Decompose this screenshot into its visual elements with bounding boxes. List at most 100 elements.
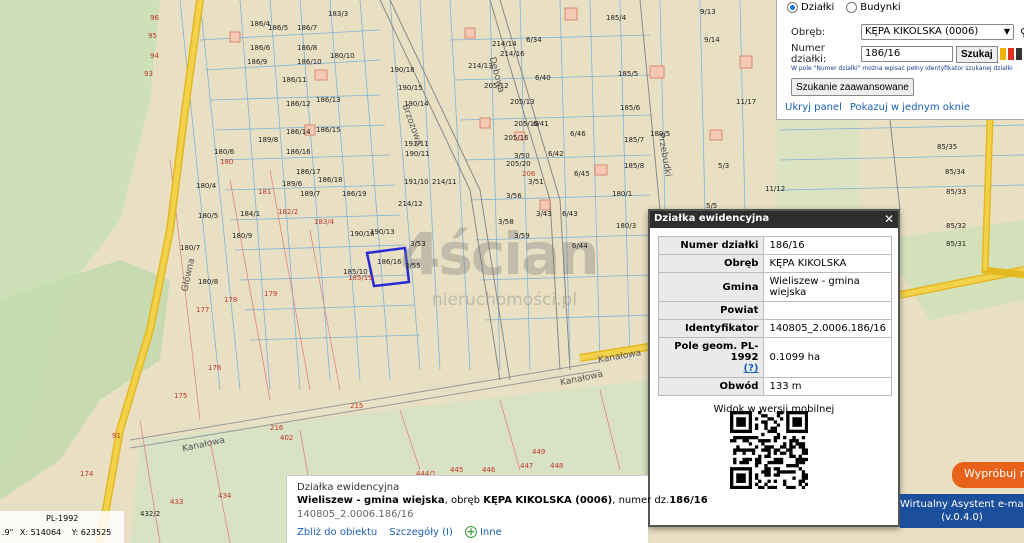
attr-value: 133 m <box>763 377 892 396</box>
qr-module <box>798 482 802 487</box>
qr-module <box>751 435 756 440</box>
qr-module <box>792 476 796 480</box>
parcel-number-label: 6/34 <box>526 36 542 44</box>
qr-module <box>739 435 743 440</box>
qr-module <box>776 432 781 437</box>
details-link[interactable]: Szczegóły (I) <box>389 527 453 538</box>
qr-module <box>789 485 793 489</box>
obreb-select-value: KĘPA KIKOLSKA (0006) <box>865 26 979 37</box>
qr-module <box>767 448 771 452</box>
parcel-number-label: 85/32 <box>946 222 967 230</box>
table-row: Powiat <box>657 301 892 320</box>
qr-module <box>773 451 777 455</box>
search-button[interactable]: Szukaj <box>956 45 998 63</box>
qr-module <box>754 464 759 468</box>
parcel-number-label: 9/13 <box>700 8 716 16</box>
zoom-to-object-link[interactable]: Zbliż do obiektu <box>297 527 377 538</box>
parcel-number-label: 85/31 <box>946 240 967 248</box>
red-parcel-number: 448 <box>550 462 564 470</box>
attr-key-text: Pole geom. PL-1992 <box>674 341 759 363</box>
qr-module <box>739 467 743 471</box>
parcel-number-label: 190/15 <box>398 84 423 92</box>
other-link[interactable]: + Inne <box>464 526 502 538</box>
qr-module <box>748 420 753 424</box>
qr-module <box>758 485 762 489</box>
radio-buildings[interactable]: Budynki <box>846 2 901 13</box>
assistant-title: Wirtualny Asystent e-map <box>900 499 1024 510</box>
advanced-search-button[interactable]: Szukanie zaawansowane <box>791 78 914 96</box>
qr-module <box>730 423 734 427</box>
qr-module <box>792 445 796 449</box>
qr-module <box>748 429 753 434</box>
number-label: Numer działki: <box>791 43 827 65</box>
close-icon[interactable]: ✕ <box>884 212 894 226</box>
show-one-window-link[interactable]: Pokazuj w jednym oknie <box>850 102 970 113</box>
parcel-number-label: 186/5 <box>268 24 289 32</box>
crs-label[interactable]: PL-1992 <box>46 514 124 523</box>
qr-module <box>801 445 806 449</box>
obreb-select[interactable]: KĘPA KIKOLSKA (0006) ▼ <box>861 24 1014 40</box>
red-parcel-number: 434 <box>218 492 232 500</box>
color-yellow-icon[interactable] <box>999 48 1006 60</box>
parcel-number-input[interactable]: 186/16 <box>861 46 953 62</box>
radio-parcels-label: Działki <box>801 2 835 13</box>
qr-module <box>786 411 790 415</box>
color-red-icon[interactable] <box>1007 48 1014 60</box>
attr-value: KĘPA KIKOLSKA <box>763 254 892 273</box>
red-parcel-number: 93 <box>144 70 153 78</box>
qr-module <box>754 482 759 487</box>
qr-module <box>748 482 753 487</box>
try-button[interactable]: Wypróbuj mn <box>952 462 1024 488</box>
qr-module <box>742 485 746 489</box>
qr-module <box>795 457 799 462</box>
qr-module <box>804 429 808 434</box>
hide-panel-link[interactable]: Ukryj panel <box>785 102 842 113</box>
qr-module <box>754 426 759 430</box>
parcel-number-label: 3/55 <box>405 262 421 270</box>
qr-module <box>767 451 771 455</box>
qr-module <box>786 423 790 427</box>
search-type-radio: Działki Budynki <box>787 2 901 13</box>
parcel-number-label: 6/46 <box>570 130 586 138</box>
qr-module <box>754 435 759 440</box>
qr-module <box>730 426 734 430</box>
magnifier-icon[interactable]: ⚲ <box>1020 26 1024 39</box>
qr-module <box>801 411 806 415</box>
qr-module <box>739 479 743 483</box>
chevron-down-icon: ▼ <box>1003 27 1010 36</box>
red-parcel-number: 206 <box>522 170 536 178</box>
red-parcel-number: 216 <box>270 424 284 432</box>
qr-module <box>773 457 777 462</box>
qr-module <box>761 442 765 446</box>
qr-code-icon[interactable] <box>730 411 808 489</box>
qr-module <box>761 470 765 474</box>
coord-x: X: 514064 <box>19 528 62 537</box>
qr-module <box>801 476 806 480</box>
red-parcel-number: 175 <box>174 392 188 400</box>
qr-module <box>754 445 759 449</box>
qr-module <box>776 411 781 415</box>
qr-module <box>748 423 753 427</box>
parcel-number-label: 6/40 <box>535 74 551 82</box>
qr-module <box>748 411 753 415</box>
qr-module <box>795 460 799 465</box>
color-black-icon[interactable] <box>1015 48 1022 60</box>
attr-value: Wieliszew - gmina wiejska <box>763 272 892 302</box>
qr-module <box>798 429 802 434</box>
help-link[interactable]: (?) <box>744 363 759 374</box>
qr-module <box>770 417 774 421</box>
qr-module <box>779 460 784 465</box>
radio-parcels[interactable]: Działki <box>787 2 834 13</box>
qr-module <box>733 439 737 443</box>
qr-module <box>786 448 790 452</box>
parcel-number-label: 186/11 <box>282 76 307 84</box>
qr-module <box>804 426 808 430</box>
qr-module <box>792 470 796 474</box>
qr-module <box>739 420 743 424</box>
qr-module <box>767 479 771 483</box>
virtual-assistant-button[interactable]: Wirtualny Asystent e-map (v.0.4.0) <box>900 494 1024 528</box>
qr-module <box>767 470 771 474</box>
parcel-number-label: 186/12 <box>286 100 311 108</box>
qr-module <box>773 473 777 477</box>
attr-key: Obwód <box>657 377 765 396</box>
